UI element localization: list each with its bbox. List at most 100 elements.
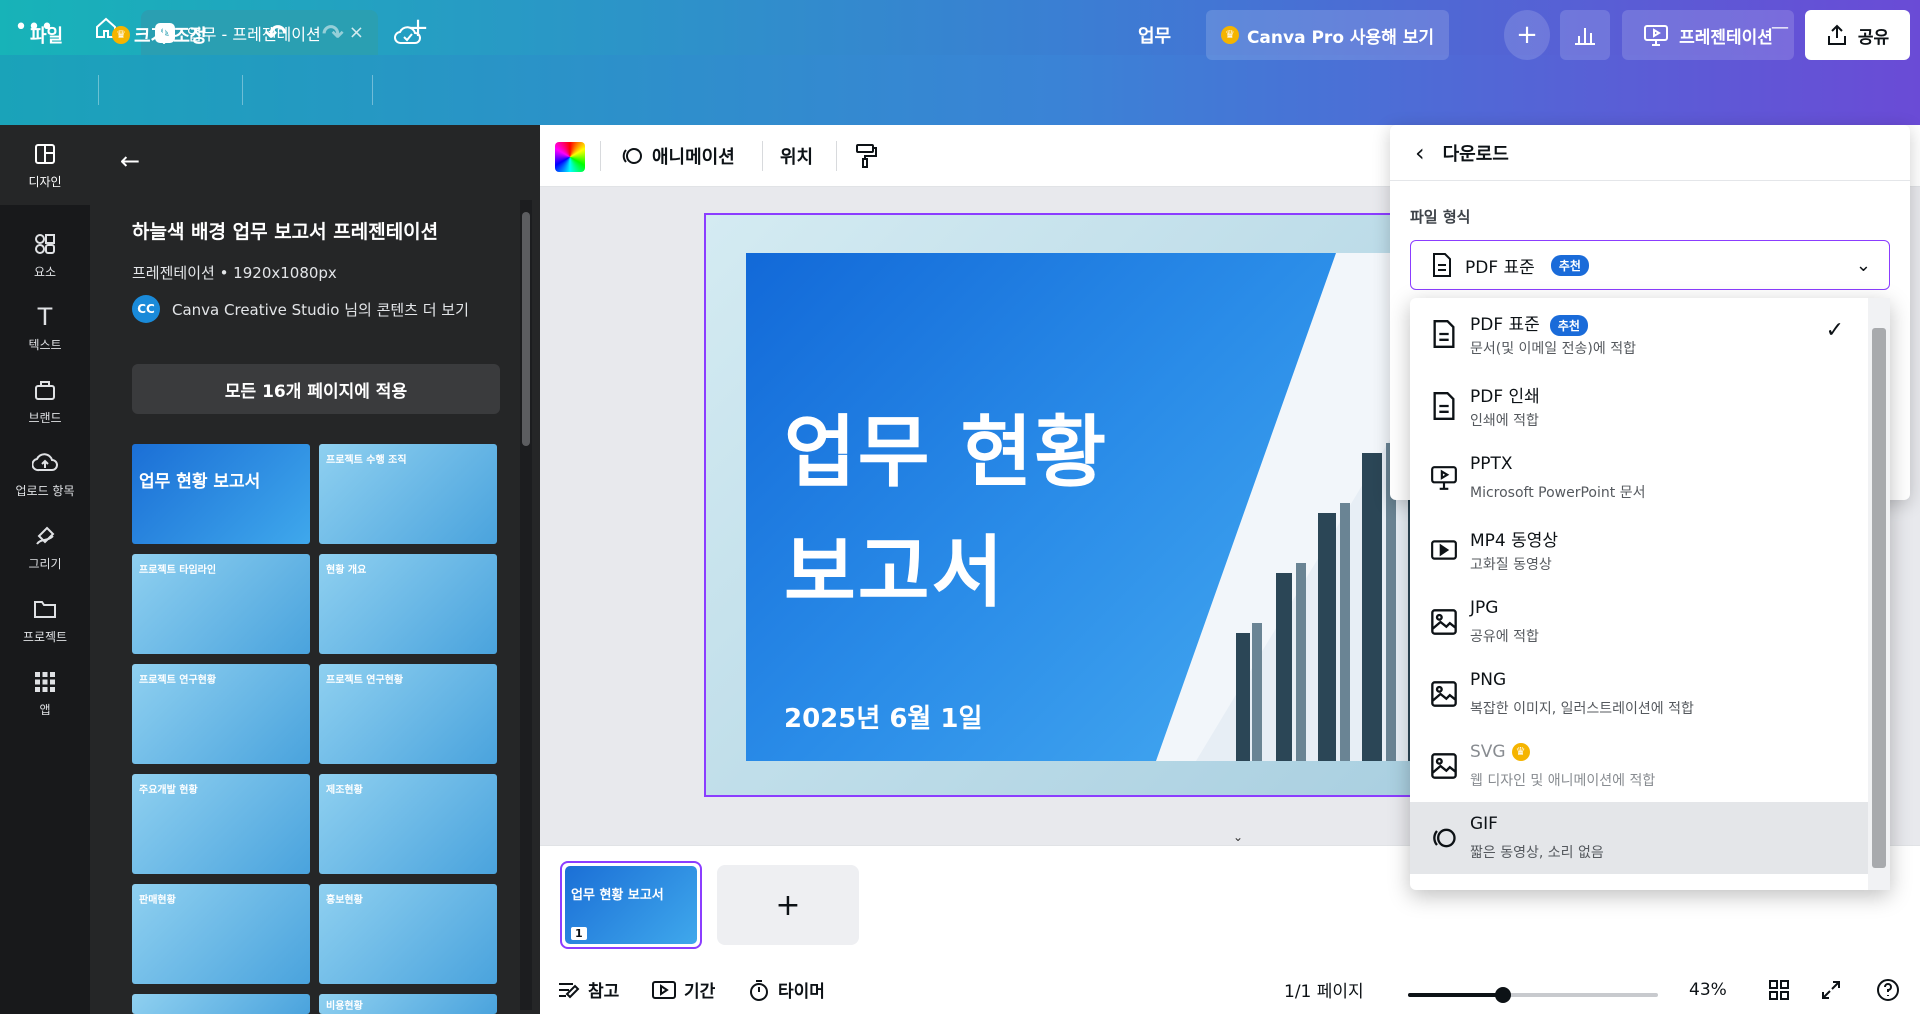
- document-icon: [1433, 392, 1455, 420]
- tab-title: 업무 - 프레젠테이션: [187, 24, 321, 44]
- template-thumbnail[interactable]: 현황 개요: [319, 554, 497, 654]
- format-option-svg[interactable]: SVG ♛ 웹 디자인 및 애니메이션에 적합: [1410, 730, 1870, 802]
- zoom-slider-fill: [1408, 993, 1503, 997]
- option-title: JPG: [1470, 598, 1499, 618]
- upload-share-icon: [1827, 24, 1846, 45]
- format-option-pdf-print[interactable]: PDF 인쇄 인쇄에 적합: [1410, 370, 1870, 442]
- chevron-down-icon[interactable]: ⌄: [1228, 830, 1248, 844]
- rail-item-draw[interactable]: 그리기: [0, 507, 90, 587]
- template-thumbnail[interactable]: 프로젝트 수행 조직: [319, 444, 497, 544]
- dropdown-scrollbar[interactable]: [1868, 298, 1890, 890]
- format-option-pptx[interactable]: PPTX Microsoft PowerPoint 문서: [1410, 442, 1870, 514]
- folder-icon: [31, 595, 59, 623]
- thumbnail-title: 프로젝트 연구현황: [139, 675, 217, 686]
- rail-label: 디자인: [28, 175, 62, 189]
- format-option-jpg[interactable]: JPG 공유에 적합: [1410, 586, 1870, 658]
- add-collaborator-button[interactable]: +: [1504, 10, 1550, 60]
- template-thumbnail[interactable]: 제조현황: [319, 774, 497, 874]
- insights-chart-icon[interactable]: [1560, 10, 1610, 60]
- format-option-pdf-standard[interactable]: PDF 표준 추천 문서(및 이메일 전송)에 적합 ✓: [1410, 298, 1870, 370]
- text-icon: T: [37, 303, 53, 331]
- thumbnail-title: 제조현황: [326, 785, 363, 796]
- rail-item-brand[interactable]: 브랜드: [0, 361, 90, 441]
- slide-background[interactable]: 업무 현황 보고서 2025년 6월 1일: [746, 253, 1437, 761]
- cloud-saved-icon[interactable]: [394, 0, 422, 70]
- format-option-gif[interactable]: GIF 짧은 동영상, 소리 없음: [1410, 802, 1870, 874]
- notes-button[interactable]: 참고: [558, 965, 619, 1014]
- author-link[interactable]: CC Canva Creative Studio 님의 콘텐츠 더 보기: [132, 295, 469, 323]
- color-picker-icon[interactable]: [555, 142, 585, 172]
- option-title: PNG: [1470, 670, 1507, 690]
- zoom-slider[interactable]: [1408, 987, 1658, 1003]
- template-thumbnail[interactable]: 프로젝트 연구현황: [319, 664, 497, 764]
- file-type-select[interactable]: PDF 표준 추천 ⌄: [1410, 240, 1890, 290]
- format-option-mp4[interactable]: MP4 동영상 고화질 동영상: [1410, 514, 1870, 586]
- timer-button[interactable]: 타이머: [748, 965, 825, 1014]
- thumbnail-title: 현황 개요: [326, 565, 367, 576]
- timer-label: 타이머: [778, 982, 825, 1002]
- template-thumbnail[interactable]: 비용현황: [319, 994, 497, 1014]
- format-option-png[interactable]: PNG 복잡한 이미지, 일러스트레이션에 적합: [1410, 658, 1870, 730]
- rail-item-uploads[interactable]: 업로드 항목: [0, 434, 90, 514]
- left-rail: 디자인 요소 T 텍스트 브랜드 업로드 항목 그리기 프로젝트 앱: [0, 125, 90, 1014]
- thumbnail-title: 판매현황: [139, 895, 176, 906]
- undo-icon[interactable]: ↶: [265, 0, 287, 70]
- duration-label: 기간: [684, 982, 716, 1002]
- document-name[interactable]: 업무: [1138, 0, 1171, 70]
- document-icon: [1433, 253, 1451, 277]
- scrollbar-thumb[interactable]: [522, 212, 530, 446]
- template-thumbnail[interactable]: 판매현황: [132, 884, 310, 984]
- gif-icon: [1433, 828, 1456, 848]
- tab-close-icon[interactable]: ×: [349, 22, 364, 43]
- help-icon[interactable]: [1876, 965, 1900, 1014]
- back-arrow-icon[interactable]: ←: [120, 147, 140, 175]
- zoom-slider-knob[interactable]: [1495, 987, 1511, 1003]
- rail-item-apps[interactable]: 앱: [0, 653, 90, 733]
- panel-scrollbar[interactable]: [520, 200, 532, 1010]
- fullscreen-icon[interactable]: [1821, 965, 1841, 1014]
- add-page-button[interactable]: +: [717, 865, 859, 945]
- template-thumbnail[interactable]: 프로젝트 연구현황: [132, 664, 310, 764]
- checkmark-icon: ✓: [1825, 318, 1844, 343]
- slide-title[interactable]: 업무 현황 보고서: [784, 393, 1108, 633]
- zoom-level[interactable]: 43%: [1689, 965, 1727, 1014]
- redo-icon[interactable]: ↷: [322, 0, 344, 70]
- slide-frame[interactable]: 업무 현황 보고서 2025년 6월 1일: [704, 213, 1439, 797]
- file-menu-button[interactable]: 파일: [30, 0, 63, 70]
- animation-button[interactable]: 애니메이션: [620, 125, 735, 187]
- resize-button[interactable]: ♛ 크기 조정: [112, 0, 207, 70]
- share-button[interactable]: 공유: [1805, 10, 1910, 60]
- author-text: Canva Creative Studio 님의 콘텐츠 더 보기: [172, 300, 469, 319]
- page-thumbnail[interactable]: 업무 현황 보고서 1: [560, 861, 702, 949]
- paint-format-icon[interactable]: [854, 125, 878, 187]
- rail-label: 그리기: [28, 557, 62, 571]
- template-thumbnail[interactable]: 업무 현황 보고서: [132, 444, 310, 544]
- image-icon: [1431, 681, 1457, 707]
- present-button[interactable]: 프레젠테이션: [1622, 10, 1794, 60]
- recommended-badge: 추천: [1550, 254, 1589, 276]
- rail-item-elements[interactable]: 요소: [0, 215, 90, 295]
- share-label: 공유: [1857, 27, 1890, 48]
- chevron-left-icon[interactable]: ‹: [1415, 139, 1425, 167]
- scrollbar-thumb[interactable]: [1872, 328, 1886, 868]
- file-type-dropdown: PDF 표준 추천 문서(및 이메일 전송)에 적합 ✓ PDF 인쇄 인쇄에 적…: [1410, 298, 1890, 890]
- template-thumbnail[interactable]: [132, 994, 310, 1014]
- file-type-label: 파일 형식: [1410, 208, 1471, 226]
- position-button[interactable]: 위치: [780, 125, 813, 187]
- template-thumbnail[interactable]: 홍보현황: [319, 884, 497, 984]
- page-count[interactable]: 1/1 페이지: [1284, 965, 1364, 1014]
- rail-item-text[interactable]: T 텍스트: [0, 288, 90, 368]
- template-thumbnail[interactable]: 주요개발 현황: [132, 774, 310, 874]
- rail-item-design[interactable]: 디자인: [0, 125, 90, 205]
- thumbnail-title: 홍보현황: [326, 895, 363, 906]
- apply-all-pages-button[interactable]: 모든 16개 페이지에 적용: [132, 364, 500, 414]
- option-title: GIF: [1470, 814, 1498, 834]
- duration-button[interactable]: 기간: [652, 965, 715, 1014]
- grid-view-icon[interactable]: [1769, 965, 1789, 1014]
- rail-item-projects[interactable]: 프로젝트: [0, 580, 90, 660]
- slide-date[interactable]: 2025년 6월 1일: [784, 698, 982, 735]
- pro-trial-label: Canva Pro 사용해 보기: [1246, 27, 1435, 48]
- divider: [98, 75, 99, 105]
- canva-pro-trial-button[interactable]: ♛ Canva Pro 사용해 보기: [1206, 10, 1449, 60]
- template-thumbnail[interactable]: 프로젝트 타임라인: [132, 554, 310, 654]
